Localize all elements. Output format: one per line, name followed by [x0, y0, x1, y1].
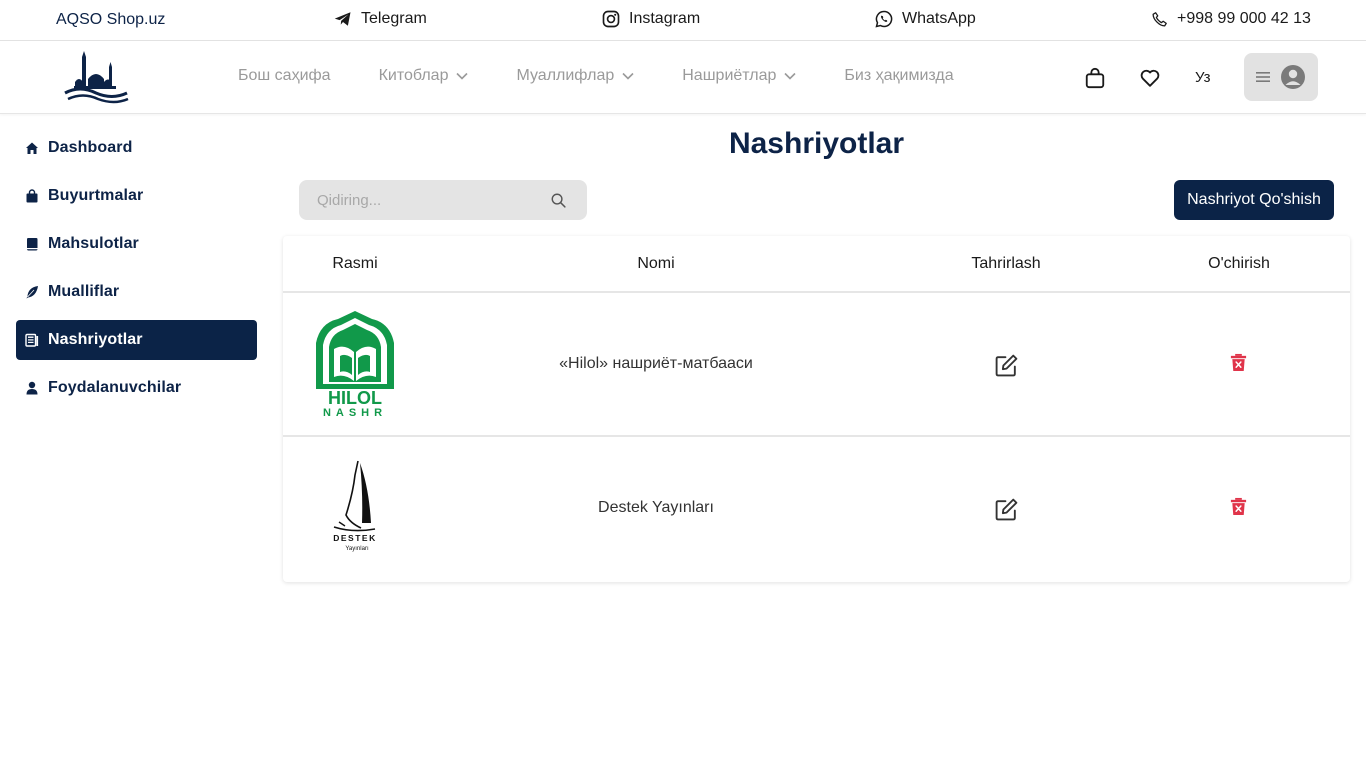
telegram-link[interactable]: Telegram — [334, 10, 427, 28]
chevron-down-icon — [622, 72, 634, 80]
add-publisher-button[interactable]: Nashriyot Qo'shish — [1174, 180, 1334, 220]
phone-icon — [1152, 11, 1167, 27]
sidebar-item-orders[interactable]: Buyurtmalar — [16, 176, 257, 216]
instagram-icon — [602, 10, 620, 28]
table-row: DESTEK Yayınları Destek Yayınları — [283, 437, 1350, 582]
site-logo[interactable] — [62, 49, 130, 105]
main-nav: Бош саҳифа Китоблар Муаллифлар Нашриётла… — [238, 67, 1002, 85]
chevron-down-icon — [784, 72, 796, 80]
main-header: Бош саҳифа Китоблар Муаллифлар Нашриётла… — [0, 41, 1366, 114]
nav-publishers[interactable]: Нашриётлар — [682, 67, 796, 85]
svg-text:Yayınları: Yayınları — [345, 546, 369, 552]
nav-books[interactable]: Китоблар — [379, 67, 469, 85]
book-icon — [25, 237, 39, 251]
cart-bag-icon[interactable] — [1084, 67, 1106, 89]
sidebar-item-label: Nashriyotlar — [48, 331, 143, 348]
sidebar-item-users[interactable]: Foydalanuvchilar — [16, 368, 257, 408]
publisher-icon — [25, 333, 39, 347]
nav-books-label: Китоблар — [378, 67, 449, 84]
nav-about[interactable]: Биз ҳақимизда — [844, 67, 953, 85]
whatsapp-label: WhatsApp — [902, 10, 976, 27]
instagram-link[interactable]: Instagram — [602, 10, 700, 28]
sidebar-item-label: Mahsulotlar — [48, 235, 139, 252]
column-header-name: Nomi — [637, 255, 675, 272]
telegram-label: Telegram — [361, 10, 427, 27]
table-row: HILOL NASHR «Hilol» нашриёт-матбааси — [283, 293, 1350, 437]
nav-authors[interactable]: Муаллифлар — [516, 67, 634, 85]
nav-about-label: Биз ҳақимизда — [844, 67, 954, 84]
phone-link[interactable]: +998 99 000 42 13 — [1151, 10, 1311, 28]
search-box — [299, 180, 587, 220]
sidebar-item-label: Mualliflar — [48, 283, 120, 300]
svg-text:NASHR: NASHR — [323, 407, 387, 417]
sidebar-item-publishers[interactable]: Nashriyotlar — [16, 320, 257, 360]
sidebar-item-label: Dashboard — [48, 139, 133, 156]
destek-publisher-logo: DESTEK Yayınları — [333, 460, 376, 552]
instagram-label: Instagram — [629, 10, 701, 27]
sidebar-item-label: Foydalanuvchilar — [48, 379, 182, 396]
edit-icon[interactable] — [994, 497, 1019, 522]
column-header-delete: O'chirish — [1208, 255, 1270, 272]
whatsapp-link[interactable]: WhatsApp — [875, 10, 976, 28]
phone-label: +998 99 000 42 13 — [1177, 10, 1311, 27]
search-icon[interactable] — [550, 192, 567, 209]
chevron-down-icon — [456, 72, 469, 80]
nav-publishers-label: Нашриётлар — [682, 67, 777, 84]
table-header: Rasmi Nomi Tahrirlash O'chirish — [283, 236, 1350, 293]
top-contact-bar: AQSO Shop.uz Telegram Instagram WhatsApp… — [0, 0, 1366, 41]
column-header-edit: Tahrirlash — [971, 255, 1041, 272]
site-brand-link[interactable]: AQSO Shop.uz — [56, 11, 165, 29]
sidebar-item-dashboard[interactable]: Dashboard — [16, 128, 257, 168]
edit-icon[interactable] — [994, 353, 1019, 378]
whatsapp-icon — [875, 10, 893, 28]
publisher-name: «Hilol» нашриёт-матбааси — [559, 355, 753, 372]
hilol-publisher-logo: HILOL NASHR — [316, 311, 394, 417]
language-switcher[interactable]: Уз — [1195, 69, 1211, 86]
user-menu-button[interactable] — [1244, 53, 1318, 101]
page-title: Nashriyotlar — [728, 127, 905, 160]
trash-icon[interactable] — [1229, 497, 1248, 516]
avatar-icon — [1281, 65, 1305, 89]
sidebar-item-label: Buyurtmalar — [48, 187, 144, 204]
sidebar-item-authors[interactable]: Mualliflar — [16, 272, 257, 312]
telegram-icon — [334, 12, 351, 26]
nav-home-label: Бош саҳифа — [238, 67, 331, 84]
search-input[interactable] — [299, 180, 539, 220]
hamburger-menu-icon — [1256, 72, 1270, 82]
user-icon — [25, 381, 39, 395]
trash-icon[interactable] — [1229, 353, 1248, 372]
svg-text:HILOL: HILOL — [328, 388, 382, 408]
publisher-name: Destek Yayınları — [598, 499, 714, 516]
admin-sidebar: Dashboard Buyurtmalar Mahsulotlar Mualli… — [16, 128, 257, 416]
heart-icon[interactable] — [1139, 67, 1161, 89]
publishers-table: Rasmi Nomi Tahrirlash O'chirish HILOL NA… — [283, 236, 1350, 582]
svg-text:DESTEK: DESTEK — [333, 533, 376, 543]
feather-icon — [25, 285, 39, 299]
shopping-bag-icon — [25, 189, 39, 203]
column-header-image: Rasmi — [332, 255, 378, 272]
nav-home[interactable]: Бош саҳифа — [238, 67, 331, 85]
sidebar-item-products[interactable]: Mahsulotlar — [16, 224, 257, 264]
nav-authors-label: Муаллифлар — [516, 67, 615, 84]
home-icon — [25, 141, 39, 155]
